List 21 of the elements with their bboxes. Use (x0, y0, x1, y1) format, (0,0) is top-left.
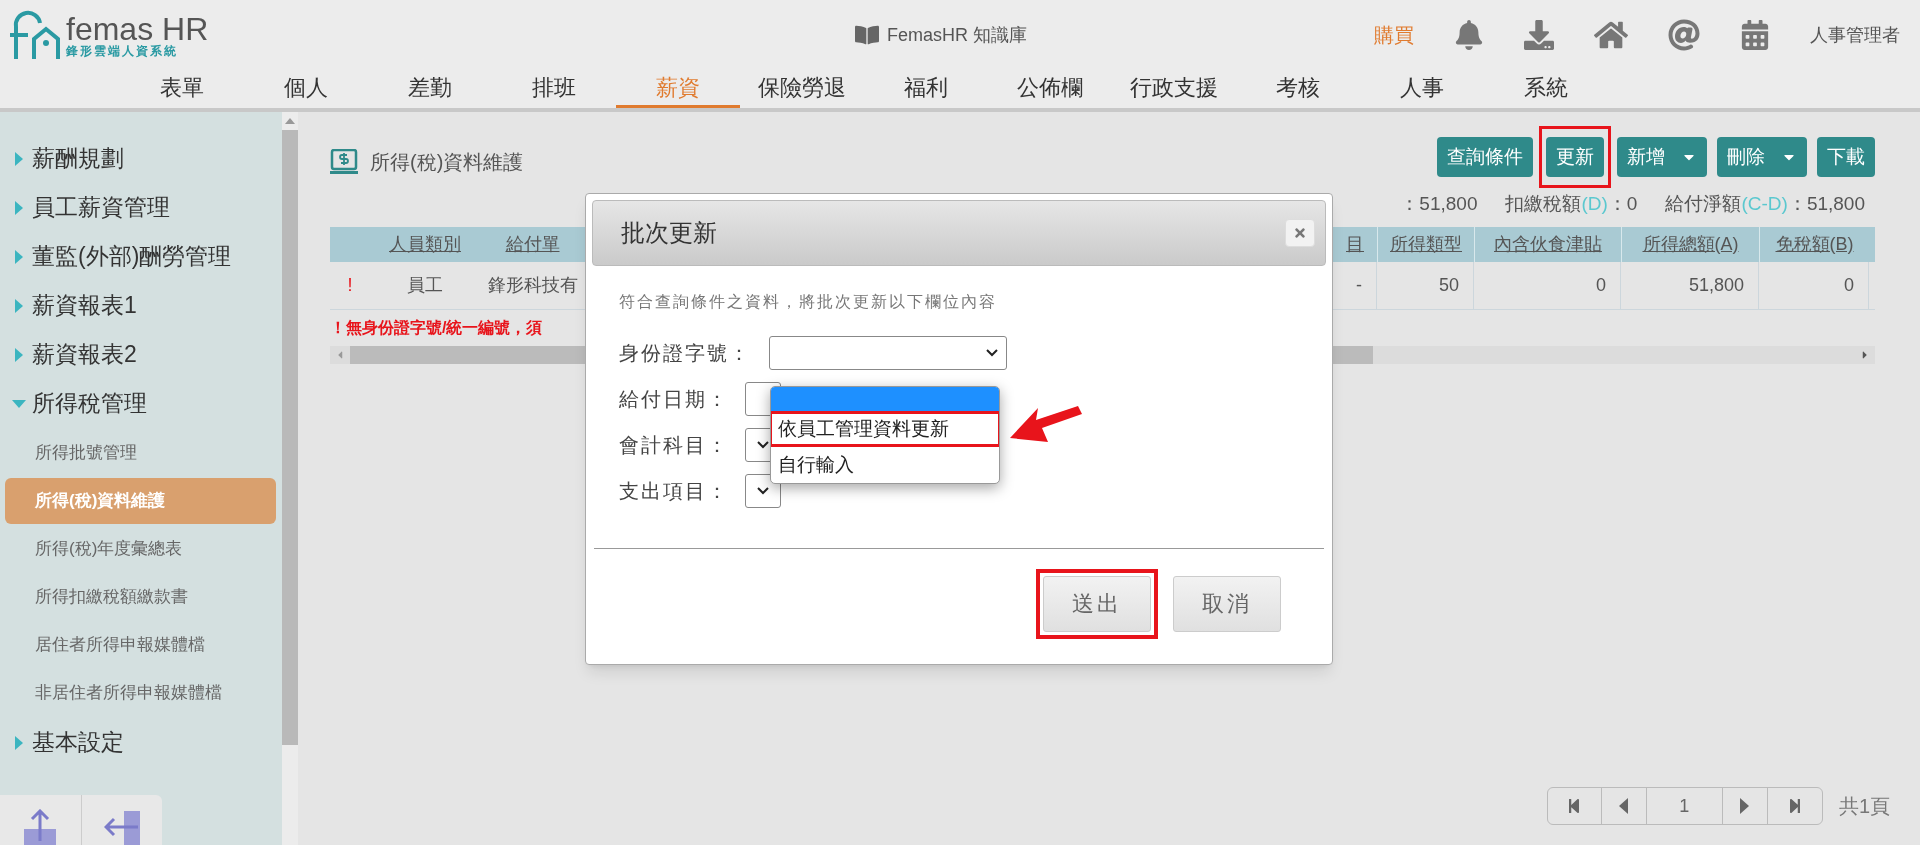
field-label: 給付日期： (619, 387, 730, 412)
logo-tagline: 鋒形雲端人資系統 (66, 45, 179, 57)
summary-text: ：51,800 (1400, 192, 1478, 216)
logo-text: femas HR (66, 13, 209, 45)
table-cell: 50 (1377, 261, 1474, 309)
warning-mark: ! (346, 273, 354, 297)
dialog-description: 符合查詢條件之資料，將批次更新以下欄位內容 (619, 292, 998, 312)
table-cell: 51,800 (1621, 261, 1759, 309)
summary-text: 扣繳稅額(D)：0 (1505, 192, 1638, 216)
field-label: 身份證字號： (619, 341, 752, 366)
field-label: 支出項目： (619, 479, 730, 504)
field-label: 會計科目： (619, 433, 730, 458)
dialog-title: 批次更新 (621, 218, 717, 248)
summary-text: 給付淨額(C-D)：51,800 (1665, 192, 1865, 216)
table-cell-text: 鋒形科技有 (486, 273, 579, 297)
page-total: 共1頁 (1838, 794, 1890, 819)
table-cell: 0 (1474, 261, 1621, 309)
warning-text: ！無身份證字號/統一編號，須 (330, 317, 544, 338)
table-cell: 0 (1759, 261, 1869, 309)
page-title: 所得(稅)資料維護 (370, 150, 524, 175)
table-cell-text: 員工 (406, 273, 444, 297)
